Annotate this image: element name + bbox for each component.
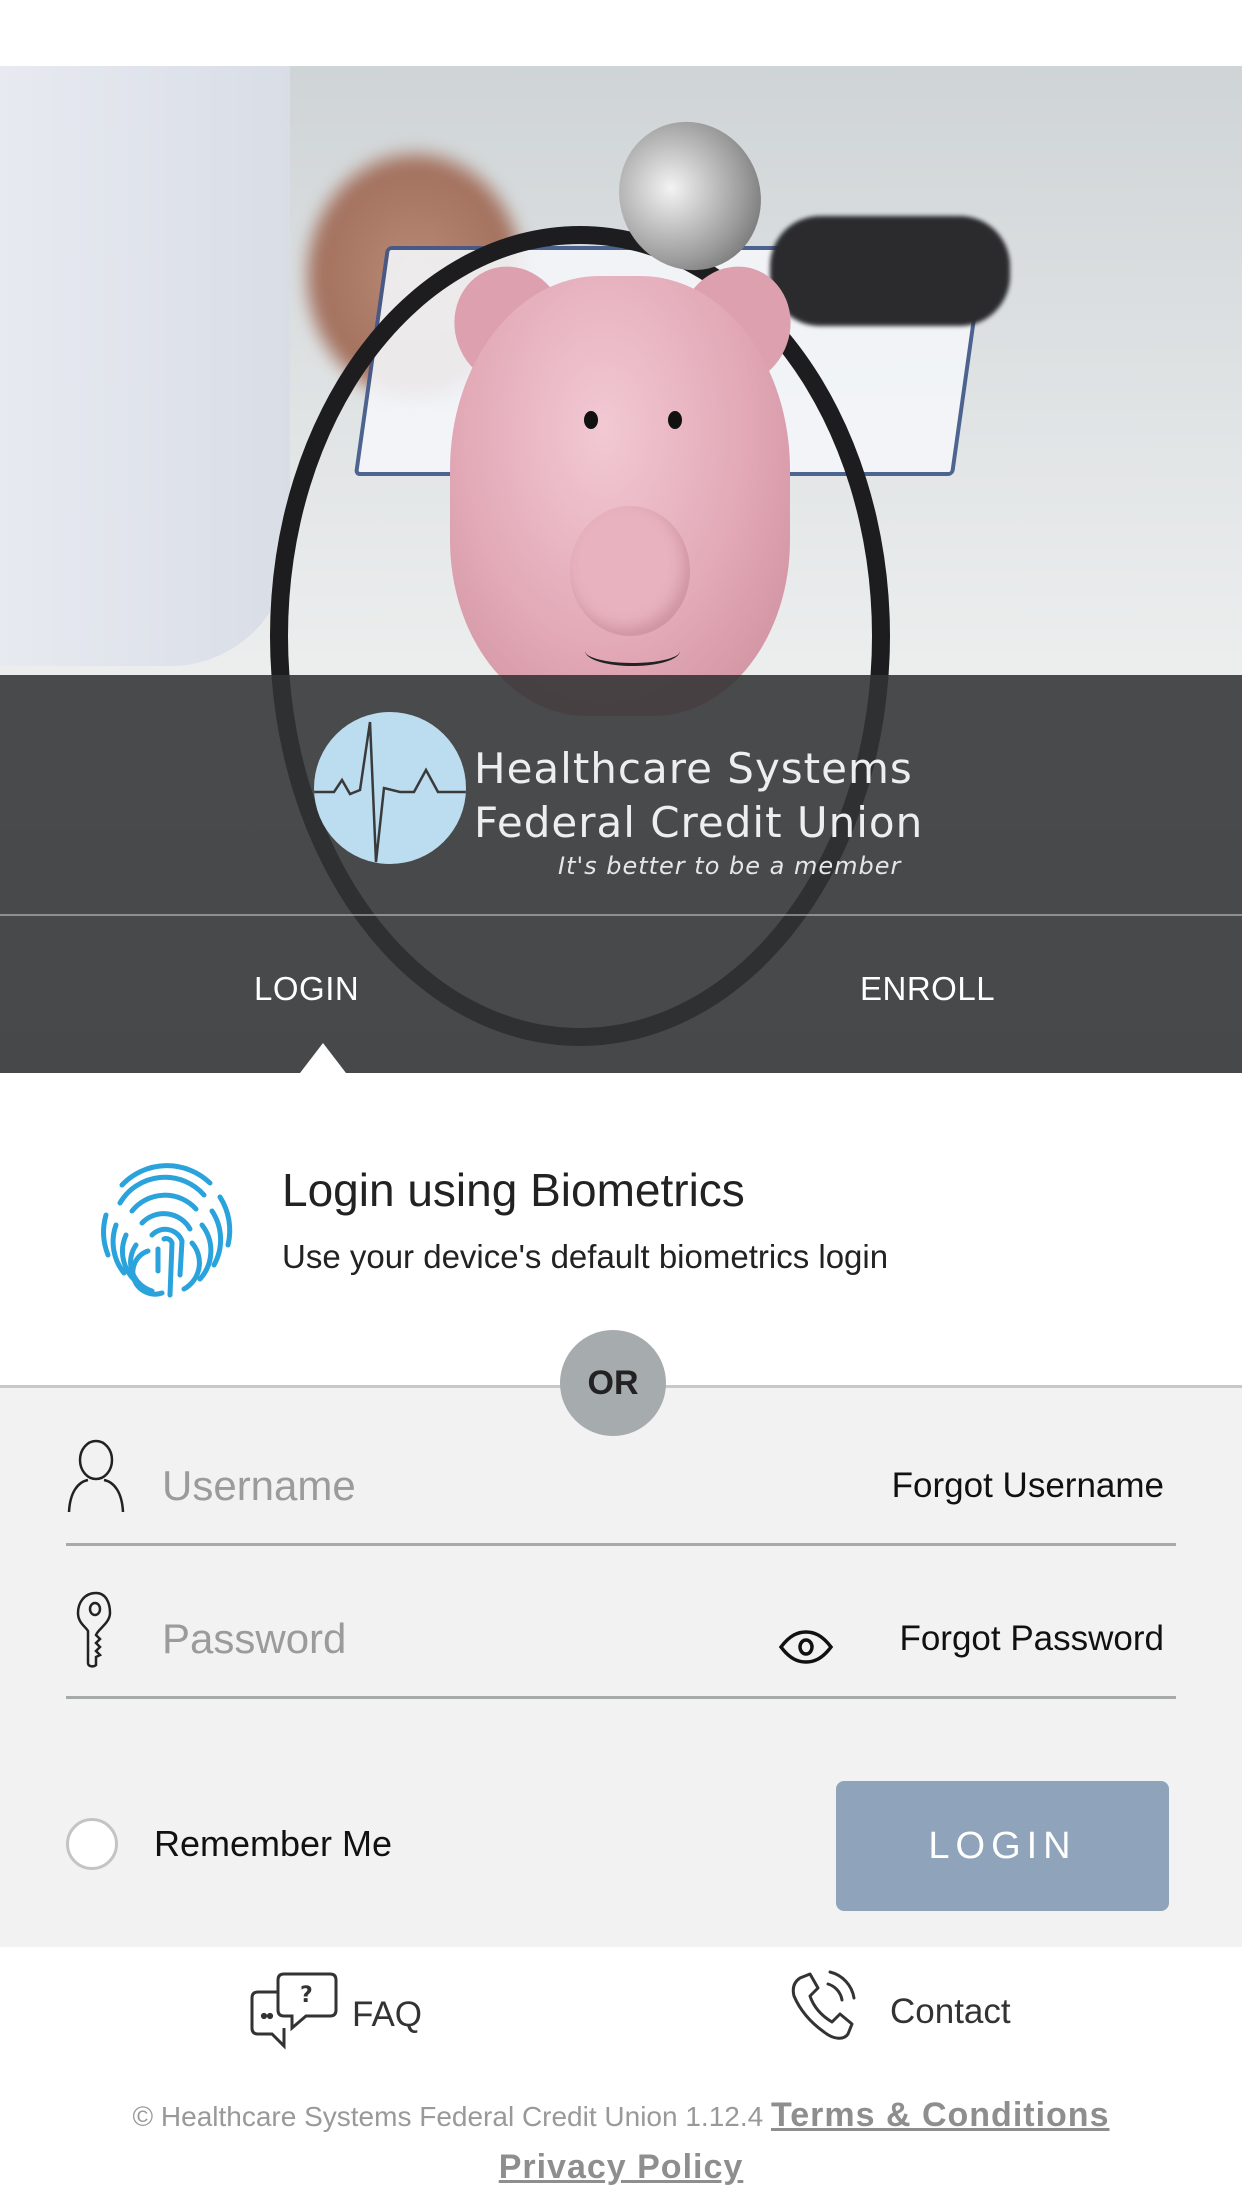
copyright-footer: © Healthcare Systems Federal Credit Unio… — [0, 2090, 1242, 2194]
forgot-username-link[interactable]: Forgot Username — [892, 1466, 1164, 1506]
password-field[interactable]: Forgot Password — [66, 1589, 1176, 1699]
tab-login[interactable]: LOGIN — [254, 970, 359, 1008]
header-divider — [0, 914, 1242, 916]
brand-name-line2: Federal Credit Union — [474, 798, 924, 847]
remember-me[interactable]: Remember Me — [66, 1818, 392, 1870]
biometrics-subtitle: Use your device's default biometrics log… — [282, 1238, 889, 1275]
faq-link[interactable]: ? FAQ — [250, 1970, 422, 2059]
tab-enroll[interactable]: ENROLL — [860, 970, 995, 1008]
active-tab-indicator — [300, 1043, 346, 1073]
hero-pig-eye — [584, 411, 598, 429]
terms-link[interactable]: Terms & Conditions — [771, 2096, 1110, 2134]
brand-logo: Healthcare Systems Federal Credit Union … — [314, 708, 954, 888]
biometrics-title[interactable]: Login using Biometrics — [282, 1163, 745, 1217]
brand-name-line1: Healthcare Systems — [474, 744, 913, 793]
eye-icon[interactable] — [778, 1629, 834, 1670]
privacy-link[interactable]: Privacy Policy — [499, 2148, 744, 2186]
forgot-password-link[interactable]: Forgot Password — [899, 1619, 1164, 1659]
contact-link[interactable]: Contact — [788, 1970, 1011, 2053]
hero-pig-snout — [570, 506, 690, 636]
copyright-text: © Healthcare Systems Federal Credit Unio… — [132, 2101, 764, 2132]
hero-bag — [770, 216, 1010, 326]
password-input[interactable] — [162, 1609, 722, 1669]
or-divider-badge: OR — [560, 1330, 666, 1436]
hero-coat — [0, 66, 290, 666]
remember-me-label[interactable]: Remember Me — [154, 1823, 392, 1865]
fingerprint-icon[interactable] — [92, 1155, 238, 1301]
phone-icon — [788, 1970, 860, 2053]
status-bar-area — [0, 0, 1242, 66]
faq-label[interactable]: FAQ — [352, 1995, 422, 2035]
login-button[interactable]: LOGIN — [836, 1781, 1169, 1911]
heartbeat-logo-icon — [314, 712, 466, 864]
svg-text:?: ? — [300, 1983, 313, 2008]
user-icon — [66, 1436, 126, 1521]
hero-pig-smile — [585, 636, 680, 666]
key-icon — [66, 1589, 126, 1674]
username-input[interactable] — [162, 1456, 722, 1516]
brand-tagline: It's better to be a member — [558, 852, 902, 880]
username-field[interactable]: Forgot Username — [66, 1436, 1176, 1546]
hero-pig-eye — [668, 411, 682, 429]
faq-chat-icon: ? — [250, 1970, 340, 2059]
contact-label[interactable]: Contact — [890, 1992, 1011, 2032]
remember-me-radio[interactable] — [66, 1818, 118, 1870]
